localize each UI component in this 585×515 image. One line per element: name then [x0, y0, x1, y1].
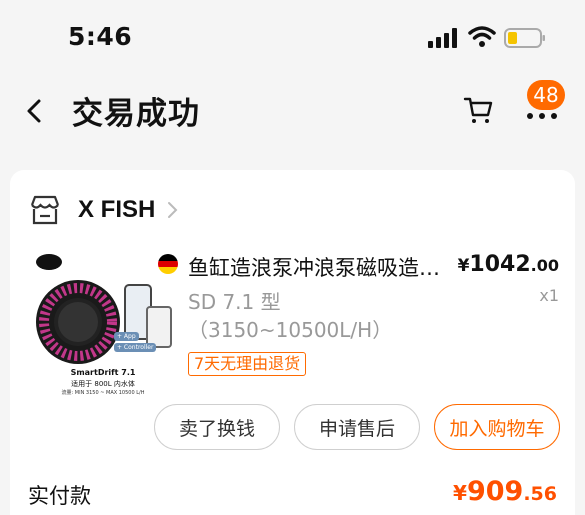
price-integer: 1042: [469, 252, 531, 277]
product-spec: SD 7.1 型（3150~10500L/H）: [188, 290, 393, 342]
after-sale-button[interactable]: 申请售后: [294, 404, 420, 450]
price-decimal: .00: [530, 256, 559, 275]
product-quantity: x1: [539, 286, 559, 305]
cart-icon[interactable]: [462, 94, 494, 126]
order-card: X FISH + App + Controller SmartDrift 7.1…: [10, 170, 575, 515]
add-to-cart-button[interactable]: 加入购物车: [434, 404, 560, 450]
paid-label: 实付款: [28, 484, 91, 508]
paid-currency: ¥: [453, 481, 467, 505]
battery-icon: [504, 28, 545, 48]
product-thumbnail[interactable]: + App + Controller SmartDrift 7.1 适用于 80…: [28, 248, 178, 398]
shop-row[interactable]: X FISH: [28, 190, 179, 230]
notification-badge: 48: [527, 80, 565, 110]
status-bar: 5:46: [0, 0, 585, 78]
store-icon: [30, 195, 60, 225]
price-currency: ¥: [457, 256, 470, 276]
product-title[interactable]: 鱼缸造浪泵冲浪泵磁吸造浪泵: [188, 252, 448, 282]
paid-decimal: .56: [523, 483, 557, 505]
product-price: ¥1042.00: [458, 252, 559, 277]
return-policy-tag: 7天无理由退货: [188, 352, 307, 376]
paid-amount: ¥909.56: [453, 476, 557, 507]
paid-integer: 909: [466, 476, 524, 507]
thumb-flow: 流量: MIN 3150 ~ MAX 10500 L/H: [61, 390, 145, 396]
brand-logo: [36, 254, 62, 270]
cellular-signal-icon: [428, 28, 457, 48]
shop-name: X FISH: [78, 196, 156, 223]
app-chip: + App: [114, 332, 139, 341]
status-time: 5:46: [68, 22, 133, 51]
wave-pump-image: [36, 280, 120, 364]
germany-flag-icon: [158, 254, 178, 274]
thumb-product-name: SmartDrift 7.1: [70, 368, 136, 377]
chevron-left-icon[interactable]: [22, 96, 46, 126]
thumb-suitable: 适用于 800L 内水体: [71, 380, 135, 388]
sell-button[interactable]: 卖了换钱: [154, 404, 280, 450]
nav-bar: 交易成功: [0, 80, 585, 144]
chevron-right-icon: [168, 202, 178, 218]
controller-image: [146, 306, 172, 348]
wifi-icon: [468, 26, 496, 47]
controller-chip: + Controller: [114, 343, 157, 352]
page-title: 交易成功: [72, 96, 200, 132]
